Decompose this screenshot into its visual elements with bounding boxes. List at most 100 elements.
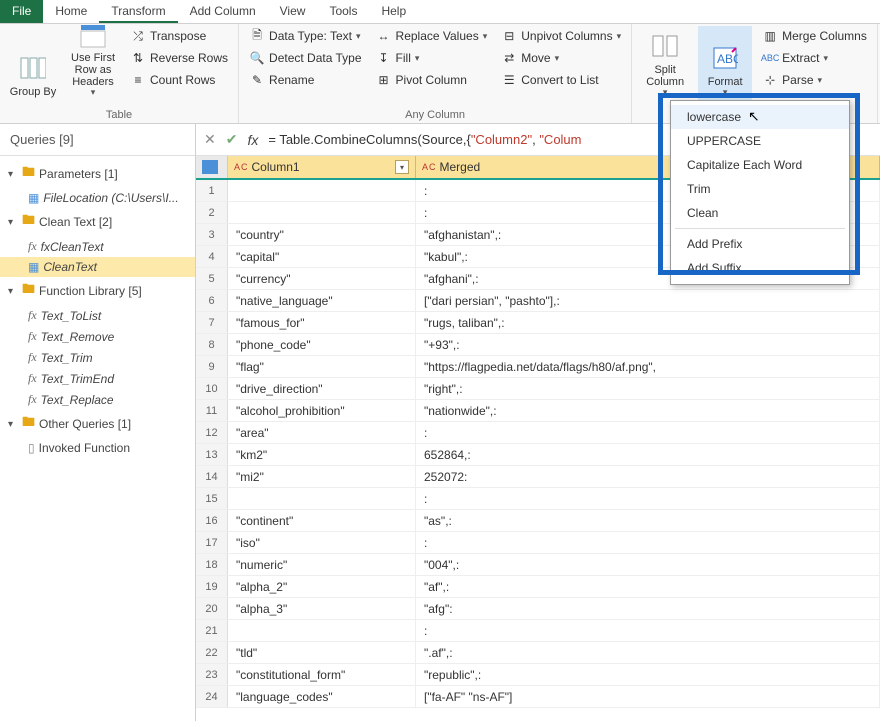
menu-capitalize-each-word[interactable]: Capitalize Each Word [671, 153, 849, 177]
detect-data-type-button[interactable]: 🔍Detect Data Type [245, 48, 366, 68]
select-all-icon[interactable] [196, 156, 228, 178]
cell-column1[interactable]: "capital" [228, 246, 416, 267]
cell-merged[interactable]: "afg": [416, 598, 880, 619]
cell-column1[interactable]: "phone_code" [228, 334, 416, 355]
cell-merged[interactable]: "004",: [416, 554, 880, 575]
cell-column1[interactable]: "currency" [228, 268, 416, 289]
replace-values-button[interactable]: ↔Replace Values [372, 26, 492, 46]
table-row[interactable]: 7"famous_for""rugs, taliban",: [196, 312, 880, 334]
count-rows-button[interactable]: ≡Count Rows [126, 70, 232, 90]
cell-column1[interactable]: "drive_direction" [228, 378, 416, 399]
cell-merged[interactable]: ".af",: [416, 642, 880, 663]
column-header-1[interactable]: Column1 ▾ [228, 156, 416, 178]
cell-column1[interactable] [228, 202, 416, 223]
formula-cancel-icon[interactable]: ✕ [204, 131, 216, 148]
table-row[interactable]: 20 "alpha_3""afg": [196, 598, 880, 620]
formula-commit-icon[interactable]: ✔ [226, 131, 238, 148]
cell-column1[interactable]: "language_codes" [228, 686, 416, 707]
cell-merged[interactable]: ["fa-AF" "ns-AF"] [416, 686, 880, 707]
cell-column1[interactable]: "alpha_2" [228, 576, 416, 597]
cell-merged[interactable]: "rugs, taliban",: [416, 312, 880, 333]
cell-merged[interactable]: "+93",: [416, 334, 880, 355]
data-type-button[interactable]: 🗎Data Type: Text [245, 26, 366, 46]
item-text-tolist[interactable]: fxText_ToList [0, 305, 195, 326]
unpivot-button[interactable]: ⊟Unpivot Columns [497, 26, 625, 46]
cell-column1[interactable] [228, 620, 416, 641]
table-row[interactable]: 19 "alpha_2""af",: [196, 576, 880, 598]
use-first-row-button[interactable]: Use First Row as Headers [66, 26, 120, 100]
transpose-button[interactable]: ⤮Transpose [126, 26, 232, 46]
folder-clean-text[interactable]: ▾🖿Clean Text [2] [0, 208, 195, 236]
table-row[interactable]: 22"tld"".af",: [196, 642, 880, 664]
table-row[interactable]: 21: [196, 620, 880, 642]
table-row[interactable]: 16"continent""as",: [196, 510, 880, 532]
cell-column1[interactable]: "alcohol_prohibition" [228, 400, 416, 421]
cell-column1[interactable]: "famous_for" [228, 312, 416, 333]
parse-button[interactable]: ⊹Parse [758, 70, 871, 90]
table-row[interactable]: 12"area": [196, 422, 880, 444]
cell-merged[interactable]: "af",: [416, 576, 880, 597]
cell-column1[interactable]: "flag" [228, 356, 416, 377]
item-text-remove[interactable]: fxText_Remove [0, 326, 195, 347]
table-row[interactable]: 17"iso": [196, 532, 880, 554]
menu-uppercase[interactable]: UPPERCASE [671, 129, 849, 153]
cell-column1[interactable]: "numeric" [228, 554, 416, 575]
folder-other-queries[interactable]: ▾🖿Other Queries [1] [0, 410, 195, 438]
table-row[interactable]: 18 "numeric""004",: [196, 554, 880, 576]
split-column-button[interactable]: Split Column [638, 26, 692, 100]
menu-clean[interactable]: Clean [671, 201, 849, 225]
item-fxcleantext[interactable]: fxfxCleanText [0, 236, 195, 257]
table-row[interactable]: 15: [196, 488, 880, 510]
menu-lowercase[interactable]: lowercase [671, 105, 849, 129]
item-text-replace[interactable]: fxText_Replace [0, 389, 195, 410]
menu-tools[interactable]: Tools [317, 0, 369, 23]
cell-merged[interactable]: ["dari persian", "pashto"],: [416, 290, 880, 311]
move-button[interactable]: ⇄Move [497, 48, 625, 68]
cell-merged[interactable]: "right",: [416, 378, 880, 399]
merge-columns-button[interactable]: ▥Merge Columns [758, 26, 871, 46]
cell-column1[interactable]: "area" [228, 422, 416, 443]
item-filelocation[interactable]: ▦FileLocation (C:\Users\I... [0, 188, 195, 208]
cell-merged[interactable]: : [416, 488, 880, 509]
menu-view[interactable]: View [268, 0, 318, 23]
cell-column1[interactable]: "constitutional_form" [228, 664, 416, 685]
cell-merged[interactable]: : [416, 620, 880, 641]
format-button[interactable]: ABC Format [698, 26, 752, 100]
menu-file[interactable]: File [0, 0, 43, 23]
menu-trim[interactable]: Trim [671, 177, 849, 201]
cell-column1[interactable]: "mi2" [228, 466, 416, 487]
menu-help[interactable]: Help [369, 0, 418, 23]
cell-column1[interactable]: "iso" [228, 532, 416, 553]
item-invoked-function[interactable]: ▯Invoked Function [0, 438, 195, 458]
cell-merged[interactable]: : [416, 422, 880, 443]
extract-button[interactable]: ABCExtract [758, 48, 871, 68]
cell-merged[interactable]: "as",: [416, 510, 880, 531]
cell-merged[interactable]: 652864,: [416, 444, 880, 465]
group-by-button[interactable]: Group By [6, 26, 60, 100]
cell-column1[interactable] [228, 180, 416, 201]
rename-button[interactable]: ✎Rename [245, 70, 366, 90]
column-filter-icon[interactable]: ▾ [395, 160, 409, 174]
menu-add-column[interactable]: Add Column [178, 0, 268, 23]
cell-merged[interactable]: 252072: [416, 466, 880, 487]
item-text-trimend[interactable]: fxText_TrimEnd [0, 368, 195, 389]
item-cleantext[interactable]: ▦CleanText [0, 257, 195, 277]
fill-button[interactable]: ↧Fill [372, 48, 492, 68]
menu-add-suffix[interactable]: Add Suffix [671, 256, 849, 280]
convert-to-list-button[interactable]: ☰Convert to List [497, 70, 625, 90]
menu-transform[interactable]: Transform [99, 0, 177, 23]
reverse-rows-button[interactable]: ⇅Reverse Rows [126, 48, 232, 68]
cell-merged[interactable]: "nationwide",: [416, 400, 880, 421]
cell-column1[interactable]: "km2" [228, 444, 416, 465]
menu-home[interactable]: Home [43, 0, 99, 23]
table-row[interactable]: 13 "km2"652864,: [196, 444, 880, 466]
table-row[interactable]: 11"alcohol_prohibition""nationwide",: [196, 400, 880, 422]
cell-column1[interactable]: "tld" [228, 642, 416, 663]
folder-parameters[interactable]: ▾🖿Parameters [1] [0, 160, 195, 188]
cell-column1[interactable]: "continent" [228, 510, 416, 531]
table-row[interactable]: 9"flag""https://flagpedia.net/data/flags… [196, 356, 880, 378]
table-row[interactable]: 10"drive_direction""right",: [196, 378, 880, 400]
item-text-trim[interactable]: fxText_Trim [0, 347, 195, 368]
cell-merged[interactable]: : [416, 532, 880, 553]
table-row[interactable]: 24"language_codes"["fa-AF" "ns-AF"] [196, 686, 880, 708]
